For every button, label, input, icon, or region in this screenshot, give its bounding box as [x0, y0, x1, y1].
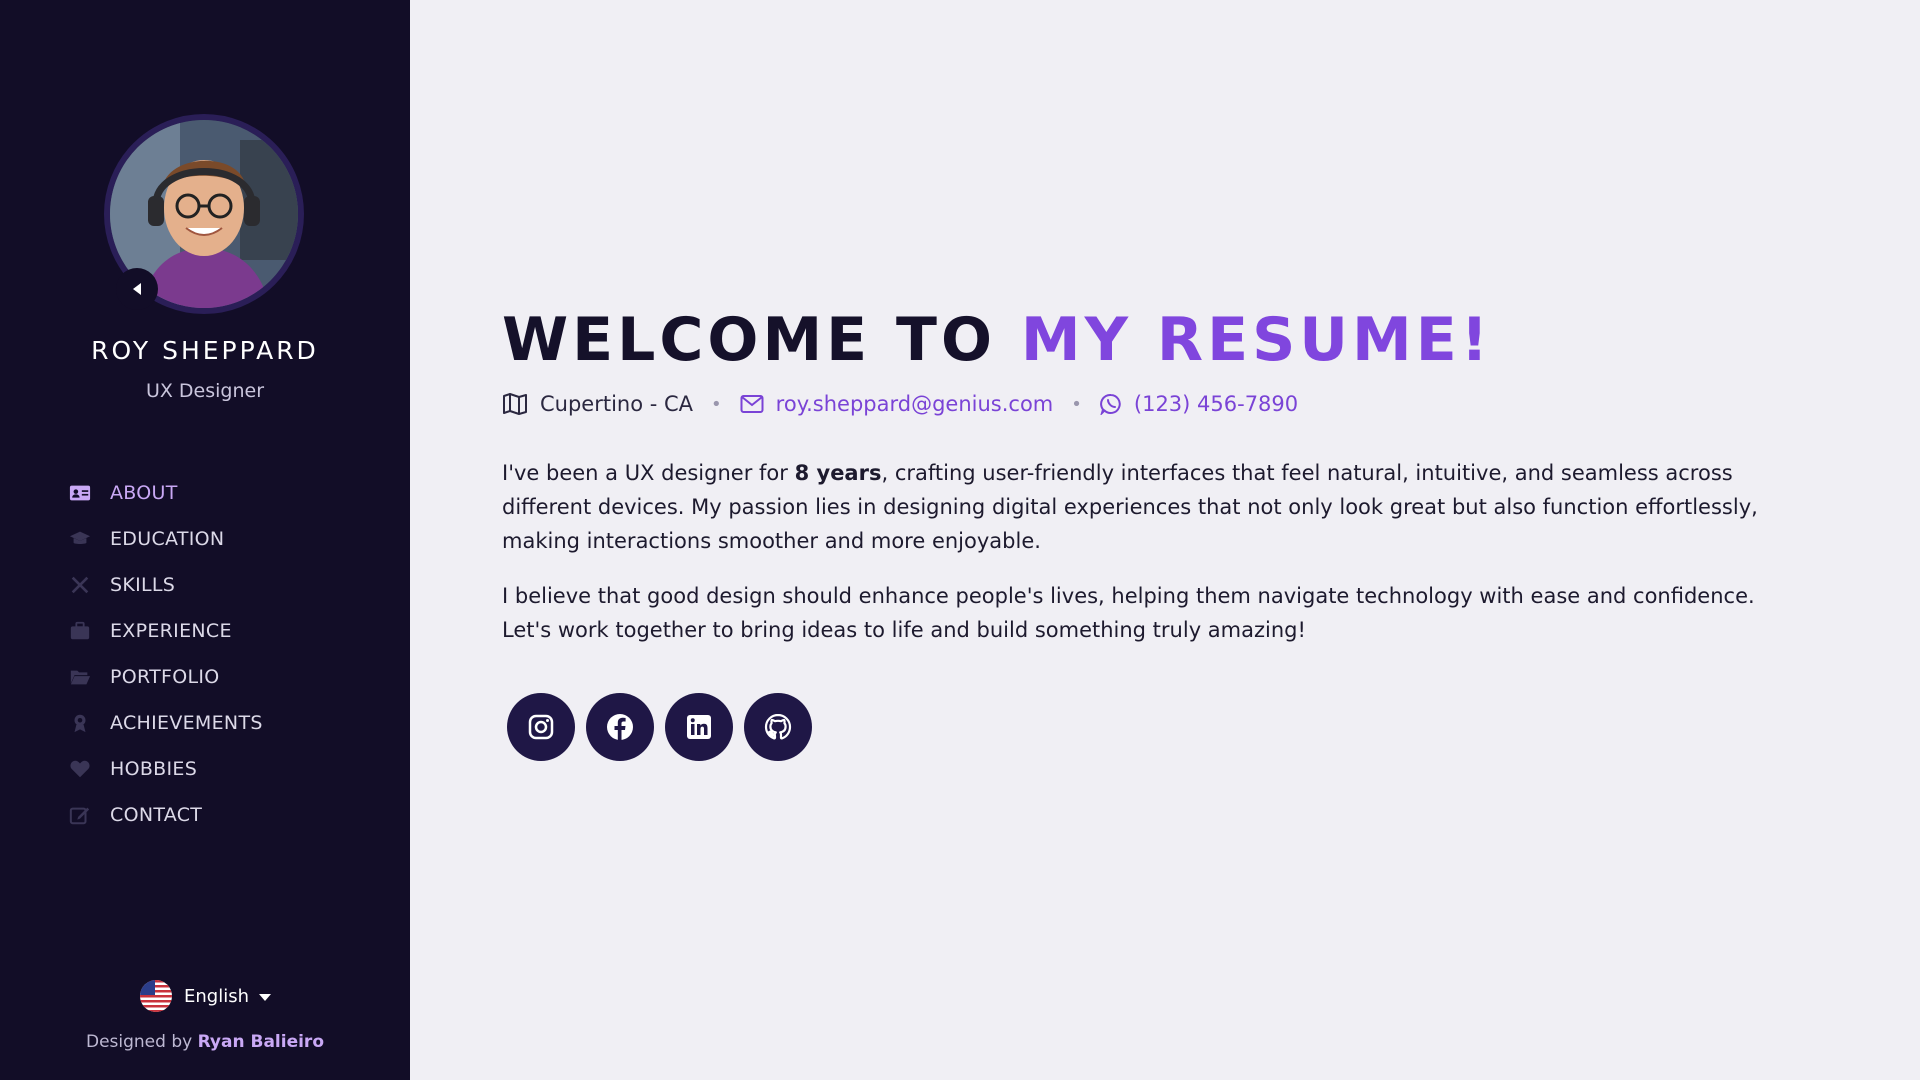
nav-item-label: CONTACT — [110, 804, 203, 826]
github-button[interactable] — [744, 693, 812, 761]
language-selector[interactable]: English — [140, 980, 271, 1012]
social-links — [507, 693, 1802, 761]
credits-author-link[interactable]: Ryan Balieiro — [198, 1032, 324, 1052]
nav-item-contact[interactable]: CONTACT — [68, 792, 263, 838]
whatsapp-icon — [1100, 393, 1121, 415]
briefcase-icon — [68, 619, 92, 643]
linkedin-icon — [687, 715, 711, 739]
caret-down-icon — [259, 993, 271, 1001]
nav-item-label: HOBBIES — [110, 758, 198, 780]
facebook-button[interactable] — [586, 693, 654, 761]
contact-info: Cupertino - CA • roy.sheppard@genius.com… — [502, 392, 1802, 416]
caret-left-icon — [133, 283, 141, 295]
profile-name: ROY SHEPPARD — [91, 336, 319, 365]
nav-item-label: PORTFOLIO — [110, 666, 220, 688]
nav-item-hobbies[interactable]: HOBBIES — [68, 746, 263, 792]
nav-item-label: ABOUT — [110, 482, 178, 504]
bio: I've been a UX designer for 8 years, cra… — [502, 456, 1802, 647]
main-content: WELCOME TO MY RESUME! Cupertino - CA • r… — [502, 300, 1802, 761]
tools-icon — [68, 573, 92, 597]
sidebar: ROY SHEPPARD UX Designer ABOUT EDUCATION… — [0, 0, 410, 1080]
linkedin-button[interactable] — [665, 693, 733, 761]
bio-paragraph-1: I've been a UX designer for 8 years, cra… — [502, 456, 1802, 558]
email-link[interactable]: roy.sheppard@genius.com — [776, 392, 1054, 416]
phone[interactable]: (123) 456-7890 — [1100, 392, 1298, 416]
language-label: English — [184, 985, 249, 1007]
heart-icon — [68, 757, 92, 781]
title-part-1: WELCOME TO — [502, 305, 996, 375]
title-part-2: MY RESUME! — [1020, 305, 1493, 375]
bio-text: I've been a UX designer for — [502, 461, 788, 485]
nav-item-experience[interactable]: EXPERIENCE — [68, 608, 263, 654]
instagram-icon — [528, 714, 554, 740]
bio-highlight: 8 years — [794, 461, 882, 485]
location: Cupertino - CA — [502, 392, 693, 416]
facebook-icon — [607, 714, 633, 740]
nav-item-label: SKILLS — [110, 574, 176, 596]
edit-icon — [68, 803, 92, 827]
profile-role: UX Designer — [145, 380, 265, 402]
sidebar-nav: ABOUT EDUCATION SKILLS EXPERIENCE PORTFO… — [68, 470, 263, 838]
credits-prefix: Designed by — [85, 1032, 193, 1052]
nav-item-label: EDUCATION — [110, 528, 225, 550]
instagram-button[interactable] — [507, 693, 575, 761]
email[interactable]: roy.sheppard@genius.com — [740, 392, 1054, 416]
sidebar-collapse-button[interactable] — [116, 268, 158, 310]
separator-dot: • — [1071, 393, 1082, 415]
nav-item-about[interactable]: ABOUT — [68, 470, 263, 516]
nav-item-label: EXPERIENCE — [110, 620, 232, 642]
nav-item-achievements[interactable]: ACHIEVEMENTS — [68, 700, 263, 746]
us-flag-icon — [140, 980, 172, 1012]
nav-item-label: ACHIEVEMENTS — [110, 712, 263, 734]
separator-dot: • — [711, 393, 722, 415]
award-icon — [68, 711, 92, 735]
location-text: Cupertino - CA — [540, 392, 694, 416]
id-card-icon — [68, 481, 92, 505]
phone-link[interactable]: (123) 456-7890 — [1134, 392, 1298, 416]
nav-item-portfolio[interactable]: PORTFOLIO — [68, 654, 263, 700]
nav-item-skills[interactable]: SKILLS — [68, 562, 263, 608]
nav-item-education[interactable]: EDUCATION — [68, 516, 263, 562]
folder-open-icon — [68, 665, 92, 689]
github-icon — [764, 713, 792, 740]
credits: Designed by Ryan Balieiro — [0, 1032, 410, 1052]
page-title: WELCOME TO MY RESUME! — [502, 300, 1802, 380]
graduation-cap-icon — [68, 527, 92, 551]
envelope-icon — [740, 395, 764, 413]
bio-paragraph-2: I believe that good design should enhanc… — [502, 584, 1755, 642]
map-icon — [503, 393, 527, 415]
